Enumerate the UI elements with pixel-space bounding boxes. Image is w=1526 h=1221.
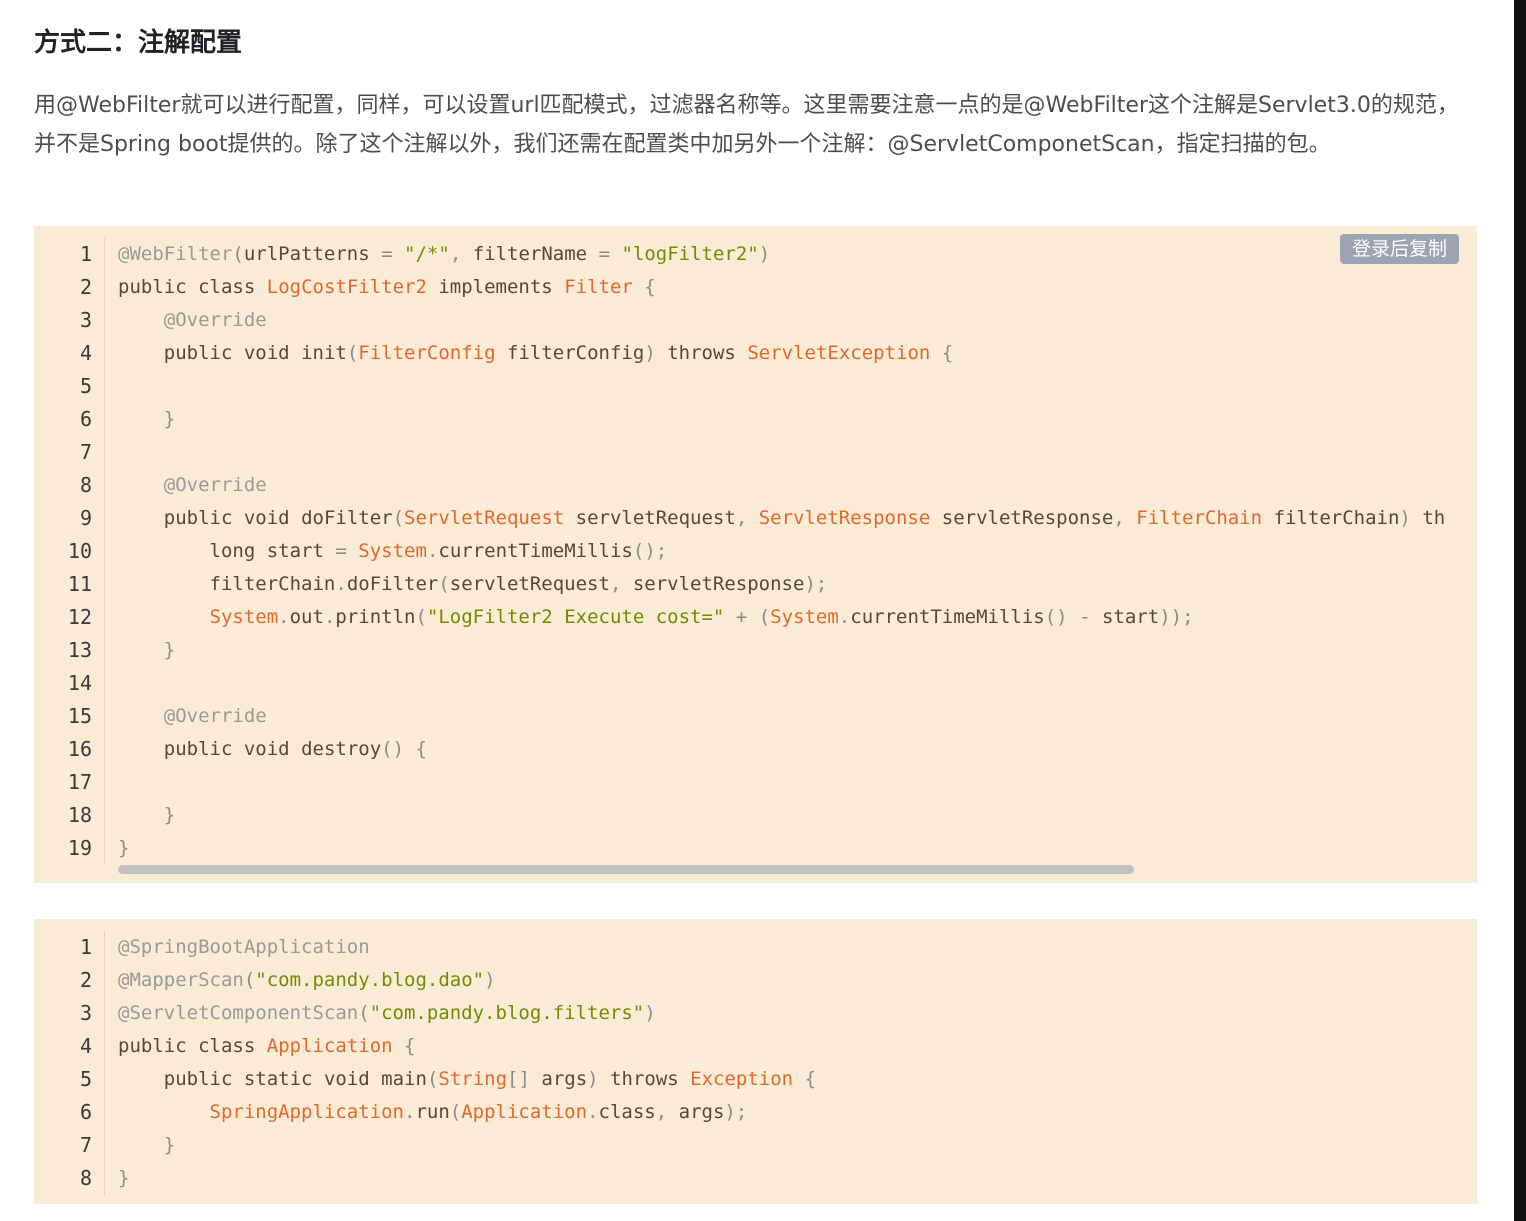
code-line: ​ [118,436,1455,469]
code-line: } [163,804,176,826]
code-line: public class Application { [118,1035,416,1057]
line-number: 6 [79,407,92,431]
copy-after-login-button[interactable]: 登录后复制 [1339,234,1459,264]
line-number: 3 [79,1001,92,1025]
line-number: 7 [79,440,92,464]
code-line: @WebFilter(urlPatterns = "/*", filterNam… [118,243,771,265]
code-line: @Override [163,309,267,331]
code-content[interactable]: @SpringBootApplication @MapperScan("com.p… [118,931,1455,1195]
line-number: 11 [67,572,92,596]
code-line: long start = System.currentTimeMillis(); [209,540,668,562]
code-line: public class LogCostFilter2 implements F… [118,276,656,298]
line-number: 19 [67,836,92,860]
code-line: } [118,837,130,859]
line-number: 5 [79,374,92,398]
line-number: 10 [67,539,92,563]
code-block-webfilter: 1 2 3 4 5 6 7 8 9 10 11 12 13 14 15 16 17 18 19 @WebFilter… [34,226,1477,883]
code-line: ​ [118,370,1455,403]
line-number: 9 [79,506,92,530]
line-number-gutter: 1 2 3 4 5 6 7 8 [34,931,105,1195]
section-heading: 方式二：注解配置 [34,28,243,58]
code-line: System.out.println("LogFilter2 Execute c… [209,606,1194,628]
code-line: SpringApplication.run(Application.class,… [209,1101,748,1123]
line-number: 16 [67,737,92,761]
line-number: 8 [79,473,92,497]
code-content[interactable]: @WebFilter(urlPatterns = "/*", filterNam… [118,238,1455,865]
line-number: 4 [79,341,92,365]
line-number: 2 [79,275,92,299]
code-line: } [118,1167,130,1189]
code-line: @Override [163,474,267,496]
code-line: @MapperScan("com.pandy.blog.dao") [118,969,496,991]
line-number: 13 [67,638,92,662]
code-line: @Override [163,705,267,727]
line-number: 12 [67,605,92,629]
line-number: 1 [79,935,92,959]
line-number: 1 [79,242,92,266]
line-number: 6 [79,1100,92,1124]
code-line: ​ [118,667,1455,700]
line-number-gutter: 1 2 3 4 5 6 7 8 9 10 11 12 13 14 15 16 17 18 19 [34,238,105,865]
code-line: } [163,639,176,661]
line-number: 2 [79,968,92,992]
code-line: ​ [118,766,1455,799]
line-number: 7 [79,1133,92,1157]
line-number: 4 [79,1034,92,1058]
window-edge [1514,0,1526,1221]
line-number: 5 [79,1067,92,1091]
code-line: public void destroy() { [163,738,427,760]
line-number: 8 [79,1166,92,1190]
line-number: 17 [67,770,92,794]
line-number: 15 [67,704,92,728]
code-line: public static void main(String[] args) t… [163,1068,817,1090]
line-number: 18 [67,803,92,827]
code-block-application: 1 2 3 4 5 6 7 8 @SpringBootApplication @MapperSc… [34,919,1477,1204]
code-line: } [163,1134,176,1156]
code-line: @ServletComponentScan("com.pandy.blog.fi… [118,1002,656,1024]
code-line: public void doFilter(ServletRequest serv… [163,507,1446,529]
code-line: } [163,408,176,430]
section-paragraph: 用@WebFilter就可以进行配置，同样，可以设置url匹配模式，过滤器名称等… [34,93,1459,157]
code-line: public void init(FilterConfig filterConf… [163,342,954,364]
horizontal-scrollbar[interactable] [118,865,1134,874]
line-number: 14 [67,671,92,695]
code-line: filterChain.doFilter(servletRequest, ser… [209,573,828,595]
code-line: @SpringBootApplication [118,936,370,958]
line-number: 3 [79,308,92,332]
